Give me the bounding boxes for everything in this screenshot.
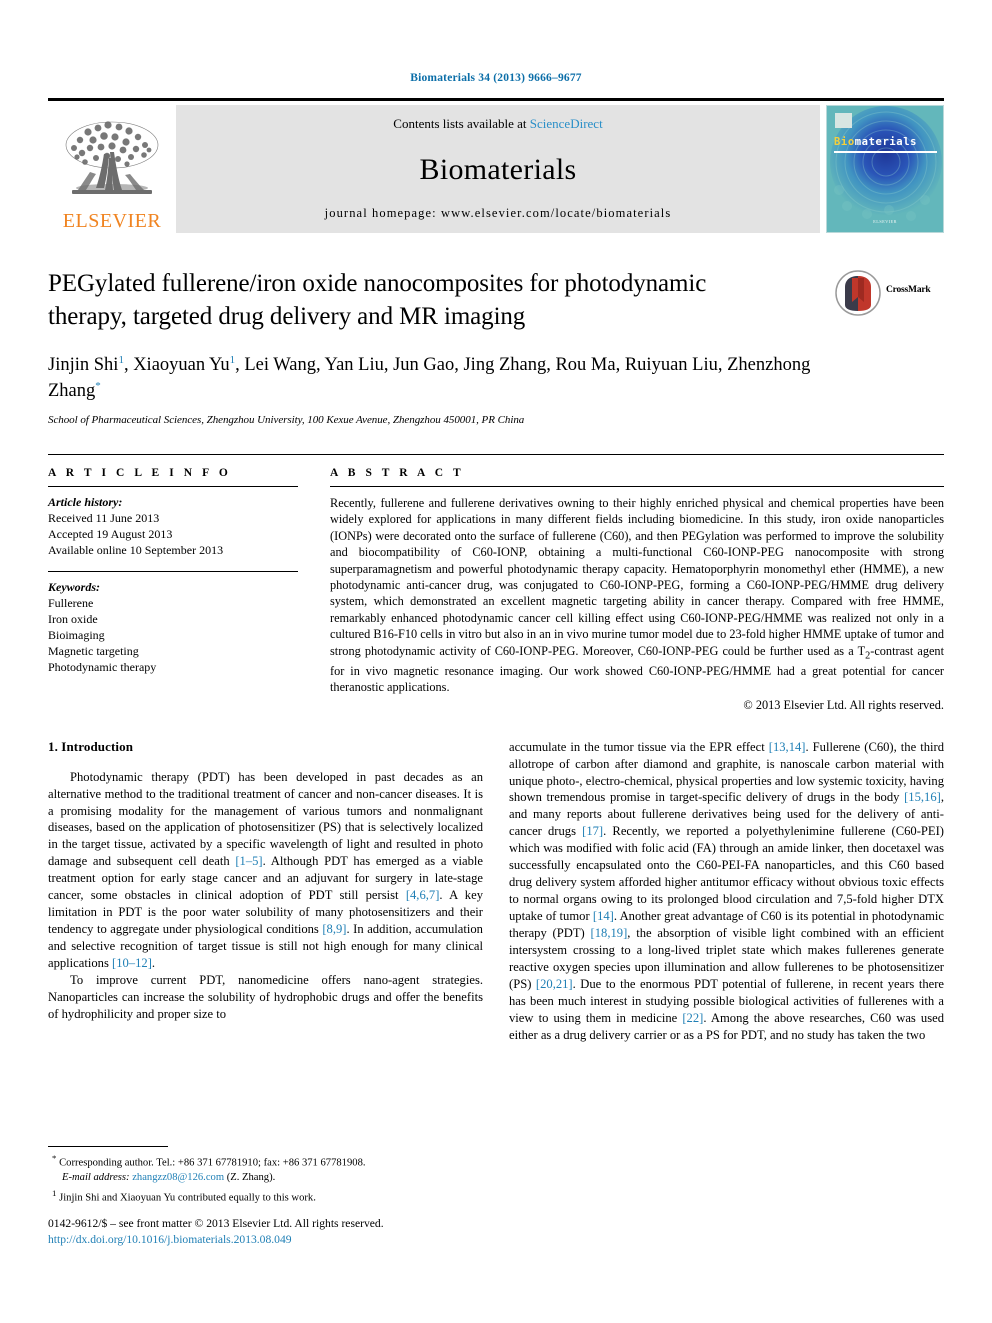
email-owner: (Z. Zhang). xyxy=(226,1171,276,1183)
footnote-corresponding-author: * Corresponding author. Tel.: +86 371 67… xyxy=(48,1153,483,1185)
page-title: PEGylated fullerene/iron oxide nanocompo… xyxy=(48,270,707,331)
citation-link[interactable]: [10–12] xyxy=(112,956,152,970)
email-label: E-mail address: xyxy=(62,1171,130,1183)
footnotes-block: * Corresponding author. Tel.: +86 371 67… xyxy=(48,1146,483,1206)
keyword-item: Photodynamic therapy xyxy=(48,659,157,674)
keyword-item: Bioimaging xyxy=(48,627,105,642)
abstract-text: Recently, fullerene and fullerene deriva… xyxy=(330,496,944,695)
cover-title-part2: materials xyxy=(854,136,918,148)
author-segment-2: , Xiaoyuan Yu xyxy=(123,354,230,375)
cover-title-part1: Bio xyxy=(834,136,855,148)
keyword-item: Iron oxide xyxy=(48,611,98,626)
journal-homepage-link[interactable]: journal homepage: www.elsevier.com/locat… xyxy=(325,206,672,221)
masthead-center-band: Contents lists available at ScienceDirec… xyxy=(176,105,820,233)
author-list: Jinjin Shi1, Xiaoyuan Yu1, Lei Wang, Yan… xyxy=(48,352,838,405)
author-segment-3: , Lei Wang, Yan Liu, Jun Gao, Jing Zhang… xyxy=(235,354,723,375)
info-abstract-section: A R T I C L E I N F O Article history: R… xyxy=(48,454,944,713)
crossmark-label: CrossMark xyxy=(886,285,931,295)
history-available-online: Available online 10 September 2013 xyxy=(48,542,224,557)
keywords-group: Keywords: Fullerene Iron oxide Bioimagin… xyxy=(48,572,298,676)
keyword-item: Magnetic targeting xyxy=(48,643,139,658)
intro-text-e: . xyxy=(151,955,156,970)
sciencedirect-link[interactable]: ScienceDirect xyxy=(530,116,603,131)
journal-masthead: ELSEVIER Contents lists available at Sci… xyxy=(48,98,944,233)
citation-link[interactable]: [17] xyxy=(582,824,603,838)
corresponding-author-mark[interactable]: * xyxy=(95,380,101,392)
article-body: 1. Introduction Photodynamic therapy (PD… xyxy=(48,739,944,1044)
running-head: Biomaterials 34 (2013) 9666–9677 xyxy=(410,72,582,84)
article-history-group: Article history: Received 11 June 2013 A… xyxy=(48,487,298,559)
citation-link[interactable]: [13,14] xyxy=(769,740,806,754)
footnote-separator xyxy=(48,1146,168,1147)
footnote-corresponding-text: Corresponding author. Tel.: +86 371 6778… xyxy=(59,1157,366,1169)
intro-paragraph-1: Photodynamic therapy (PDT) has been deve… xyxy=(48,769,483,972)
footnote-equal-text: Jinjin Shi and Xiaoyuan Yu contributed e… xyxy=(59,1192,316,1204)
intro-paragraph-2: To improve current PDT, nanomedicine off… xyxy=(48,972,483,1021)
citation-link[interactable]: [8,9] xyxy=(322,922,346,936)
title-block: PEGylated fullerene/iron oxide nanocompo… xyxy=(48,267,944,426)
footnote-mark-one: 1 xyxy=(52,1188,57,1199)
crossmark-icon xyxy=(835,270,881,316)
citation-link[interactable]: [1–5] xyxy=(235,854,262,868)
footnote-equal-contribution: 1 Jinjin Shi and Xiaoyuan Yu contributed… xyxy=(48,1188,483,1206)
cover-journal-title: Biomaterials xyxy=(834,136,917,148)
body-column-left: 1. Introduction Photodynamic therapy (PD… xyxy=(48,739,483,1044)
body-column-right: accumulate in the tumor tissue via the E… xyxy=(509,739,944,1044)
affiliation: School of Pharmaceutical Sciences, Zheng… xyxy=(48,414,525,427)
section-heading-introduction: 1. Introduction xyxy=(48,738,134,754)
citation-link[interactable]: [22] xyxy=(682,1011,703,1025)
abstract-column: A B S T R A C T Recently, fullerene and … xyxy=(330,467,944,713)
elsevier-logo: ELSEVIER xyxy=(48,105,176,233)
citation-link[interactable]: [4,6,7] xyxy=(406,888,440,902)
cover-publisher-badge xyxy=(835,113,852,128)
citation-link[interactable]: [18,19] xyxy=(591,926,628,940)
contents-prefix: Contents lists available at xyxy=(393,116,527,131)
t2-symbol: T2 xyxy=(857,643,871,662)
footnote-mark-star: * xyxy=(52,1153,57,1163)
crossmark-badge[interactable]: CrossMark xyxy=(834,269,944,319)
elsevier-tree-icon xyxy=(65,121,159,194)
contents-available-line: Contents lists available at ScienceDirec… xyxy=(393,116,602,132)
author-segment-1: Jinjin Shi xyxy=(48,354,119,375)
citation-link[interactable]: [15,16] xyxy=(904,790,941,804)
article-info-heading: A R T I C L E I N F O xyxy=(48,467,232,480)
doi-link[interactable]: http://dx.doi.org/10.1016/j.biomaterials… xyxy=(48,1232,548,1248)
intro-paragraph-3: accumulate in the tumor tissue via the E… xyxy=(509,739,944,1044)
abstract-copyright: © 2013 Elsevier Ltd. All rights reserved… xyxy=(743,697,944,712)
article-info-column: A R T I C L E I N F O Article history: R… xyxy=(48,467,298,713)
keyword-item: Fullerene xyxy=(48,595,94,610)
abstract-heading: A B S T R A C T xyxy=(330,467,465,480)
keywords-label: Keywords: xyxy=(48,579,100,594)
citation-link[interactable]: [20,21] xyxy=(536,977,573,991)
issn-copyright-line: 0142-9612/$ – see front matter © 2013 El… xyxy=(48,1217,384,1230)
elsevier-wordmark: ELSEVIER xyxy=(62,210,162,232)
email-link[interactable]: zhangzz08@126.com xyxy=(132,1172,224,1183)
journal-title: Biomaterials xyxy=(419,153,577,186)
citation-link[interactable]: [14] xyxy=(593,909,614,923)
cover-footer-text: ELSEVIER xyxy=(873,219,897,224)
journal-article-page: Biomaterials 34 (2013) 9666–9677 ELSEVIE… xyxy=(0,0,992,1323)
article-history-label: Article history: xyxy=(48,495,123,510)
cover-divider xyxy=(834,151,937,153)
intro-text-f: accumulate in the tumor tissue via the E… xyxy=(509,739,769,754)
journal-cover-thumbnail: Biomaterials ELSEVIER xyxy=(826,105,944,233)
history-accepted: Accepted 19 August 2013 xyxy=(48,526,173,541)
imprint-block: 0142-9612/$ – see front matter © 2013 El… xyxy=(48,1216,548,1249)
history-received: Received 11 June 2013 xyxy=(48,510,160,525)
